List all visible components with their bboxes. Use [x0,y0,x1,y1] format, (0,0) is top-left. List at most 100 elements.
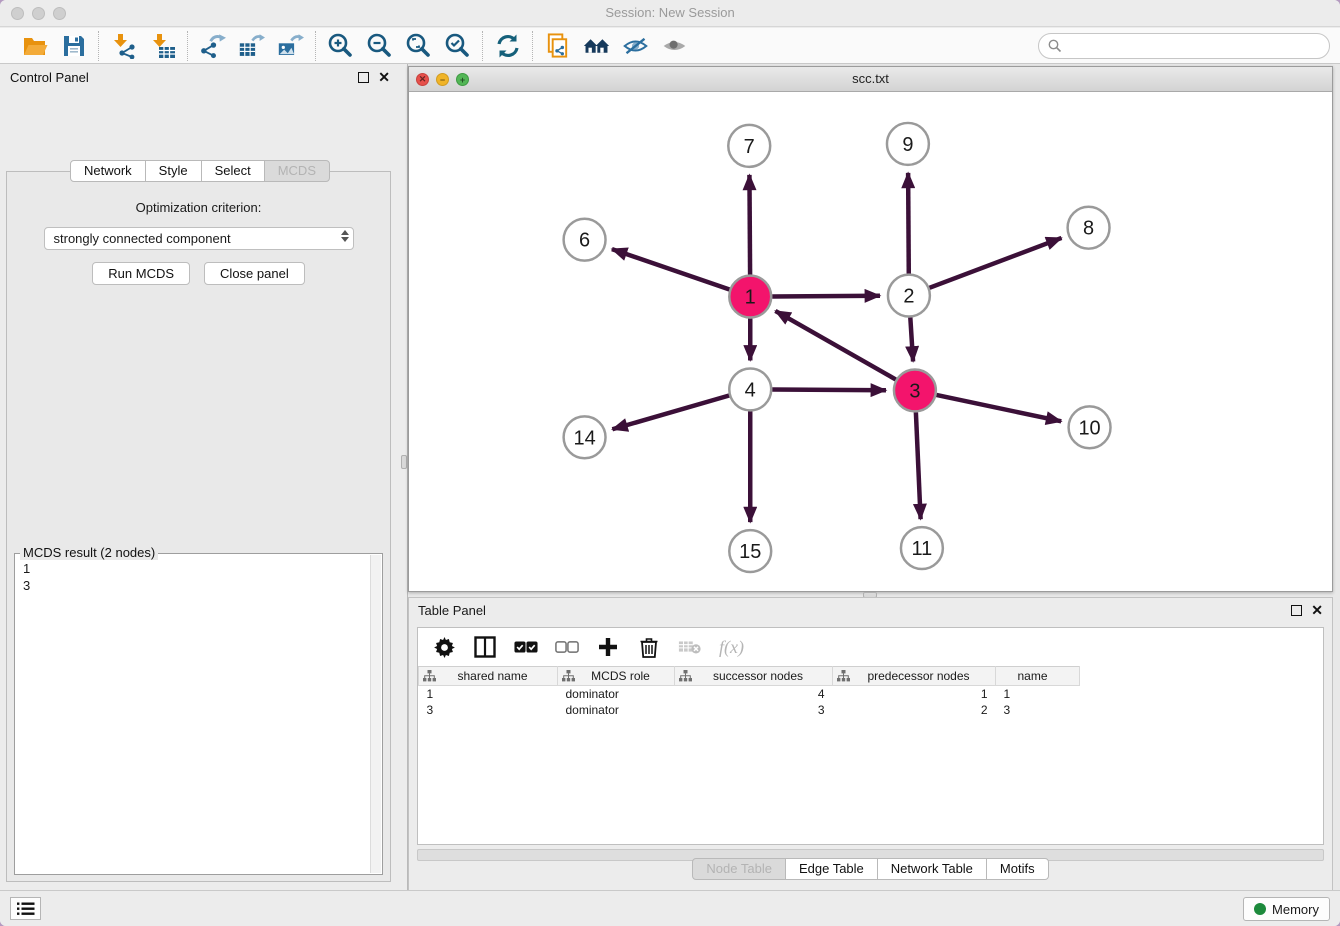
graph-node-4[interactable]: 4 [729,368,771,410]
tab-motifs[interactable]: Motifs [986,858,1049,880]
memory-button[interactable]: Memory [1243,897,1330,921]
network-canvas[interactable]: 7 9 6 8 1 2 4 3 14 10 15 11 [409,92,1332,591]
graph-node-6[interactable]: 6 [564,219,606,261]
graph-node-14[interactable]: 14 [564,416,606,458]
graph-edge-3-10[interactable] [936,395,1061,421]
graph-edge-3-1[interactable] [775,311,895,380]
tab-edge-table[interactable]: Edge Table [785,858,878,880]
cell-shared-name[interactable]: 1 [419,686,558,702]
graph-edge-3-11[interactable] [916,412,921,519]
cell-predecessor-nodes[interactable]: 2 [833,702,996,718]
task-list-button[interactable] [10,897,41,920]
mcds-panel: Optimization criterion: strongly connect… [6,171,391,882]
tab-style[interactable]: Style [145,160,202,182]
import-network-icon[interactable] [110,32,137,59]
graph-edge-1-6[interactable] [612,249,730,289]
control-panel-title: Control Panel [10,70,89,85]
graph-node-15[interactable]: 15 [729,530,771,572]
open-folder-icon[interactable] [21,32,48,59]
zoom-selected-icon[interactable] [444,32,471,59]
splitter-handle[interactable] [401,455,407,469]
run-mcds-button[interactable]: Run MCDS [92,262,190,285]
houses-icon[interactable] [583,32,610,59]
graph-node-11[interactable]: 11 [901,527,943,569]
graph-node-8[interactable]: 8 [1068,207,1110,249]
column-header-successor-nodes[interactable]: successor nodes [675,667,833,686]
cell-name[interactable]: 1 [996,686,1080,702]
tab-select[interactable]: Select [201,160,265,182]
criterion-dropdown[interactable]: strongly connected component [44,227,354,250]
show-eye-icon[interactable] [661,32,688,59]
cell-successor-nodes[interactable]: 3 [675,702,833,718]
graph-edge-2-8[interactable] [929,238,1061,288]
svg-text:8: 8 [1083,218,1094,240]
svg-text:7: 7 [744,136,755,158]
result-item[interactable]: 3 [23,577,363,594]
result-scrollbar[interactable] [370,555,381,873]
close-panel-button[interactable]: Close panel [204,262,305,285]
column-header-shared-name[interactable]: shared name [419,667,558,686]
cell-shared-name[interactable]: 3 [419,702,558,718]
graph-node-7[interactable]: 7 [728,125,770,167]
tab-node-table[interactable]: Node Table [692,858,786,880]
split-view-icon[interactable] [473,635,497,659]
graph-edge-1-7[interactable] [749,175,750,275]
network-window-titlebar[interactable]: ✕ − + scc.txt [409,67,1332,92]
import-table-icon[interactable] [149,32,176,59]
cell-mcds-role[interactable]: dominator [558,686,675,702]
graph-node-10[interactable]: 10 [1069,406,1111,448]
graph-node-9[interactable]: 9 [887,123,929,165]
tab-mcds[interactable]: MCDS [264,160,330,182]
graph-node-3[interactable]: 3 [894,369,936,411]
hide-eye-icon[interactable] [622,32,649,59]
hierarchy-sort-icon [837,670,850,682]
graph-node-2[interactable]: 2 [888,275,930,317]
export-image-icon[interactable] [277,32,304,59]
graph-edge-1-2[interactable] [772,296,880,297]
add-row-icon[interactable] [596,635,620,659]
graph-edge-4-3[interactable] [772,390,886,391]
refresh-icon[interactable] [494,32,521,59]
settings-gear-icon[interactable] [432,635,456,659]
column-header-name[interactable]: name [996,667,1080,686]
tab-network[interactable]: Network [70,160,146,182]
table-header-row: shared name MCDS role successor nodes pr… [419,667,1080,686]
cell-successor-nodes[interactable]: 4 [675,686,833,702]
cell-mcds-role[interactable]: dominator [558,702,675,718]
column-header-predecessor-nodes[interactable]: predecessor nodes [833,667,996,686]
save-icon[interactable] [60,32,87,59]
dropdown-stepper-icon [341,230,349,242]
graph-node-1[interactable]: 1 [729,276,771,318]
svg-text:10: 10 [1078,417,1100,439]
close-table-panel-icon[interactable]: ✕ [1311,605,1323,616]
cell-name[interactable]: 3 [996,702,1080,718]
select-all-checkboxes-icon[interactable] [514,635,538,659]
cell-predecessor-nodes[interactable]: 1 [833,686,996,702]
zoom-out-icon[interactable] [366,32,393,59]
export-table-icon[interactable] [238,32,265,59]
table-row[interactable]: 3 dominator 3 2 3 [419,702,1080,718]
network-window-title: scc.txt [409,71,1332,86]
app-title: Session: New Session [0,5,1340,20]
copy-network-icon[interactable] [544,32,571,59]
vertical-splitter[interactable] [400,64,408,890]
zoom-fit-icon[interactable] [405,32,432,59]
float-table-panel-icon[interactable] [1291,605,1302,616]
graph-edge-4-14[interactable] [612,396,729,430]
graph-edge-2-9[interactable] [908,173,909,274]
zoom-in-icon[interactable] [327,32,354,59]
delete-row-icon[interactable] [637,635,661,659]
close-panel-icon[interactable]: ✕ [378,72,390,83]
deselect-all-checkboxes-icon[interactable] [555,635,579,659]
search-input[interactable] [1067,38,1320,53]
tab-network-table[interactable]: Network Table [877,858,987,880]
graph-edge-2-3[interactable] [910,318,913,362]
graph-svg[interactable]: 7 9 6 8 1 2 4 3 14 10 15 11 [409,92,1332,591]
result-item[interactable]: 1 [23,560,363,577]
float-panel-icon[interactable] [358,72,369,83]
export-network-icon[interactable] [199,32,226,59]
search-box[interactable] [1038,33,1330,59]
column-header-mcds-role[interactable]: MCDS role [558,667,675,686]
table-row[interactable]: 1 dominator 4 1 1 [419,686,1080,702]
mcds-result-list[interactable]: 1 3 [16,555,370,873]
